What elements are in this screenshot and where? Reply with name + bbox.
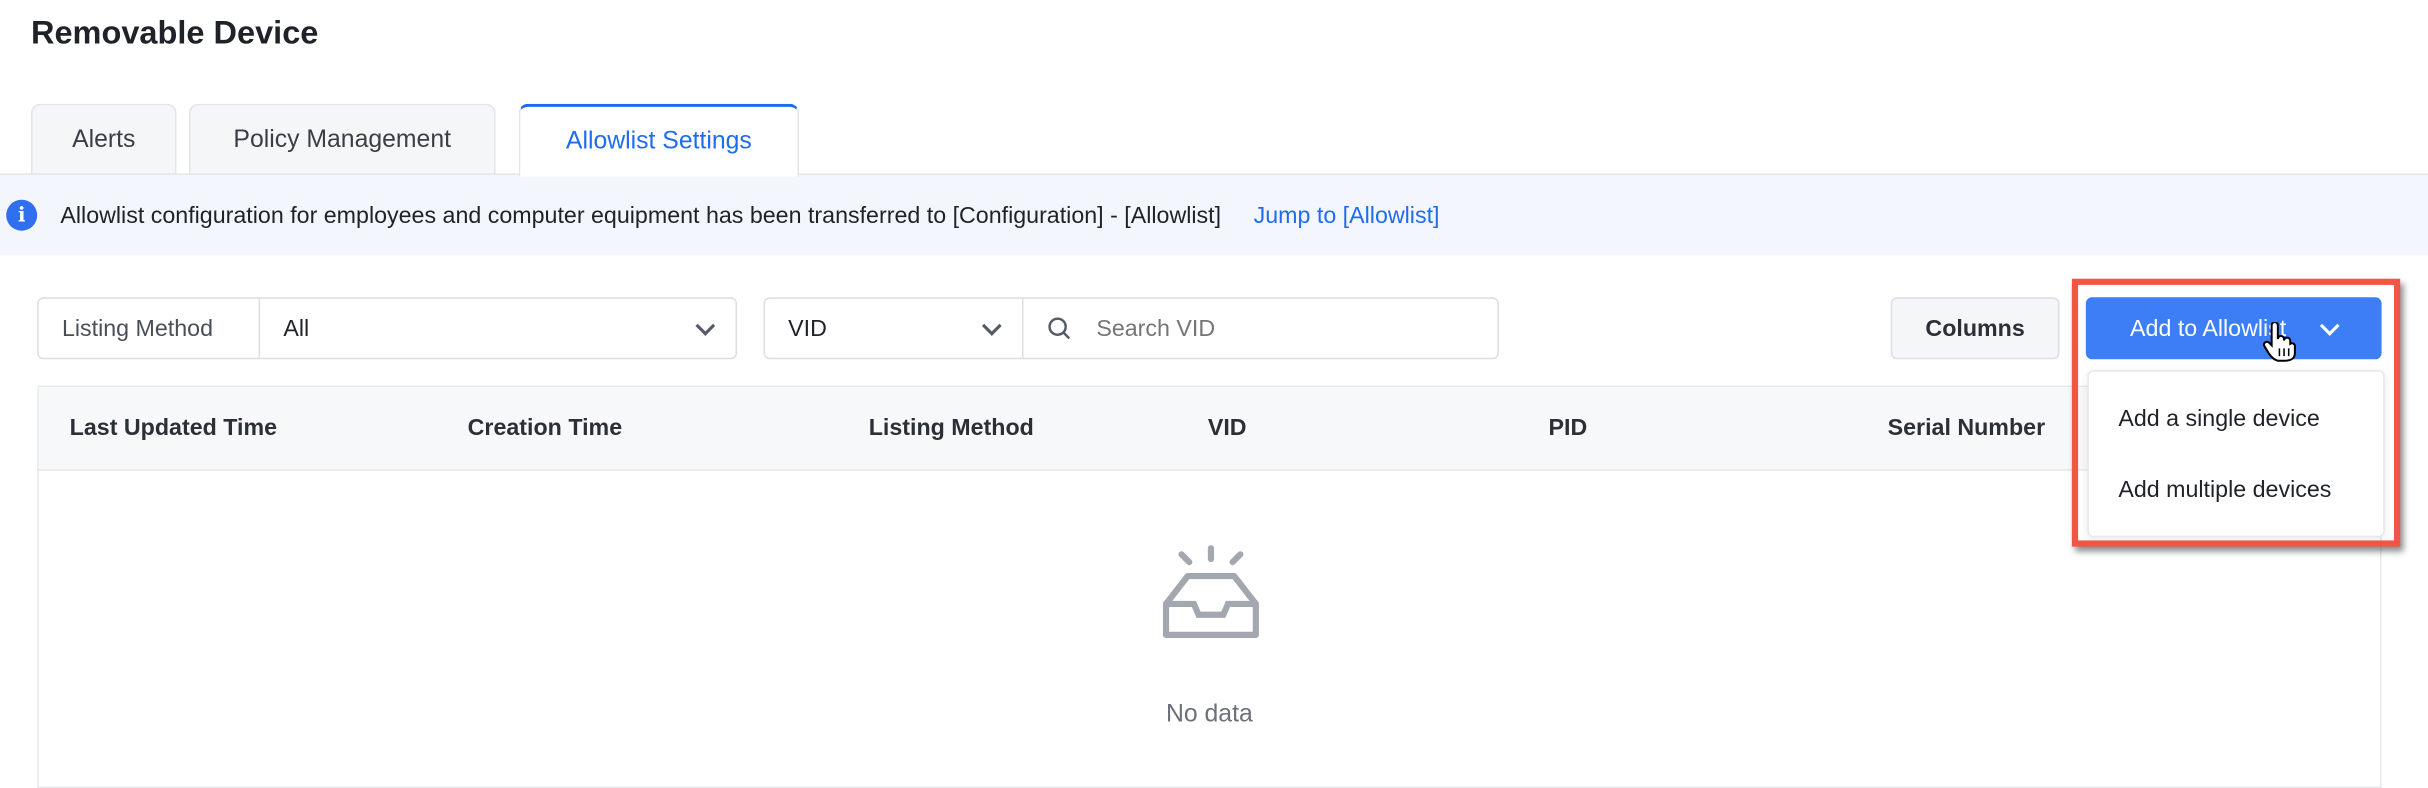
info-icon: i xyxy=(6,199,38,231)
tab-allowlist-settings[interactable]: Allowlist Settings xyxy=(518,103,800,177)
search-field-select[interactable]: VID xyxy=(765,298,1024,358)
listing-method-value: All xyxy=(283,315,310,342)
listing-method-filter: Listing Method All xyxy=(37,297,738,360)
search-filter: VID xyxy=(763,297,1499,360)
chevron-down-icon xyxy=(981,315,1002,336)
search-field-value: VID xyxy=(788,315,827,342)
column-header: Serial Number xyxy=(1887,414,2046,442)
column-header: Creation Time xyxy=(467,414,623,442)
jump-to-allowlist-link[interactable]: Jump to [Allowlist] xyxy=(1254,202,1440,228)
allowlist-table: Last Updated Time Creation Time Listing … xyxy=(37,385,2382,788)
info-banner: i Allowlist configuration for employees … xyxy=(0,174,2428,256)
listing-method-select[interactable]: All xyxy=(260,299,735,358)
empty-state-text: No data xyxy=(1165,701,1253,728)
column-header: PID xyxy=(1548,414,1588,442)
tab-policy-management[interactable]: Policy Management xyxy=(188,103,496,175)
tab-alerts[interactable]: Alerts xyxy=(30,103,177,175)
chevron-down-icon xyxy=(2320,315,2341,336)
menu-item-add-single-device[interactable]: Add a single device xyxy=(2089,384,2383,452)
column-header: VID xyxy=(1207,414,1247,442)
add-to-allowlist-button[interactable]: Add to Allowlist xyxy=(2085,297,2382,360)
search-box[interactable] xyxy=(1024,299,1498,358)
banner-text: Allowlist configuration for employees an… xyxy=(60,202,1222,229)
search-input[interactable] xyxy=(1093,313,1472,343)
column-header: Listing Method xyxy=(868,414,1034,442)
menu-item-add-multiple-devices[interactable]: Add multiple devices xyxy=(2089,455,2383,523)
column-header: Last Updated Time xyxy=(69,414,278,442)
add-to-allowlist-menu: Add a single device Add multiple devices xyxy=(2087,370,2385,538)
search-icon xyxy=(1048,317,1071,340)
columns-button[interactable]: Columns xyxy=(1890,297,2060,360)
page-title: Removable Device xyxy=(30,15,319,52)
listing-method-label: Listing Method xyxy=(39,298,261,358)
chevron-down-icon xyxy=(695,315,716,336)
hand-cursor-icon xyxy=(2262,322,2296,362)
empty-inbox-icon xyxy=(1162,545,1259,638)
